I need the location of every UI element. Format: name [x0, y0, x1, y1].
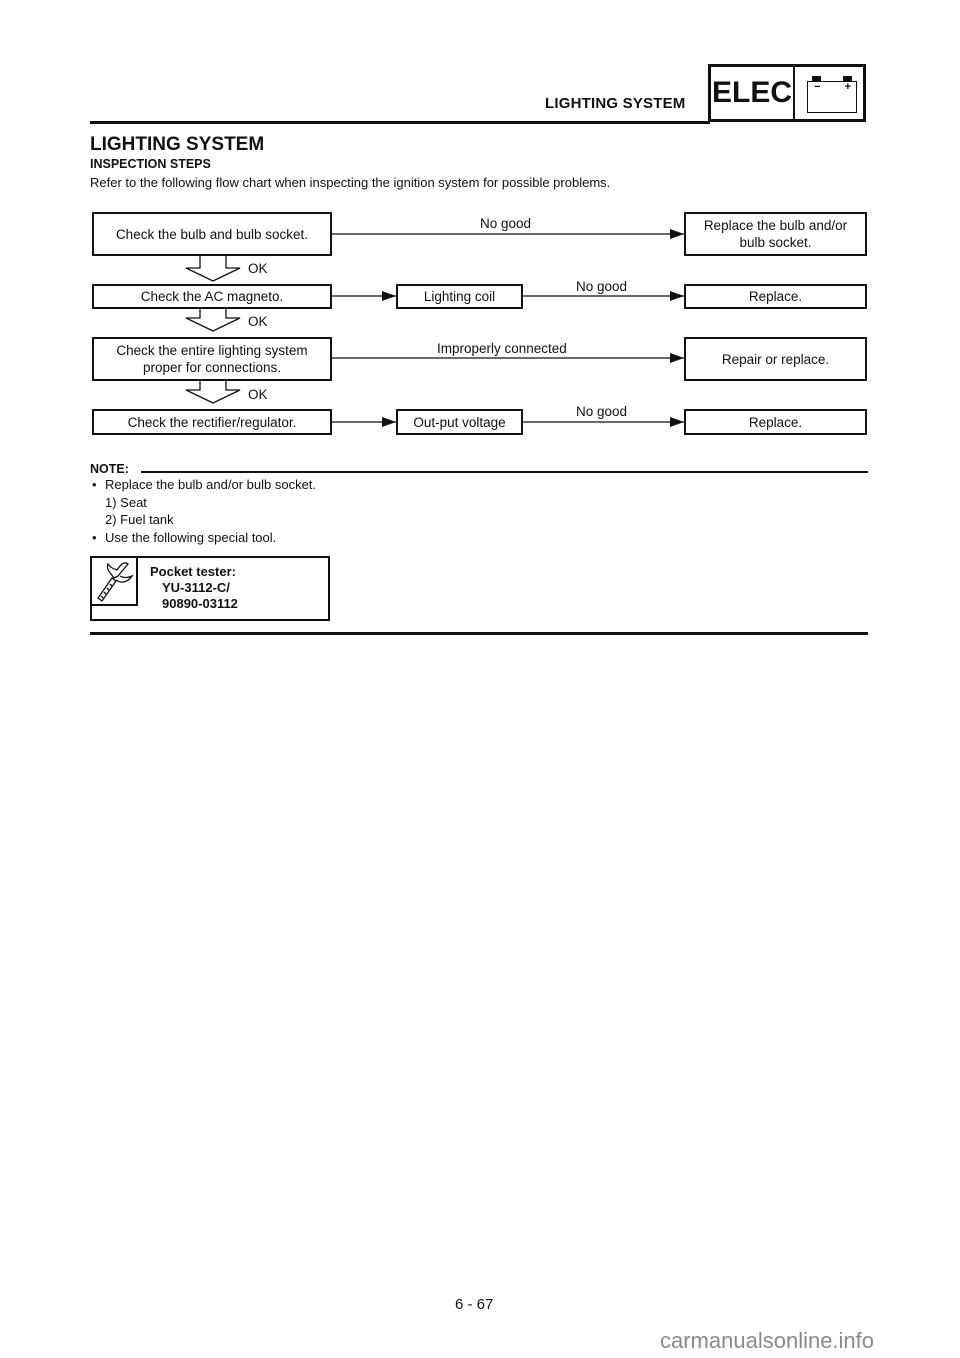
note-item-1: Replace the bulb and/or bulb socket. [105, 477, 317, 492]
step2-result-box: Replace. [684, 284, 867, 309]
step2-branch-label: No good [576, 279, 628, 294]
note-bullet: • [92, 530, 97, 545]
step1-result-box: Replace the bulb and/or bulb socket. [684, 212, 867, 256]
step1-branch-label: No good [480, 216, 532, 231]
step4-result-box: Replace. [684, 409, 867, 435]
section-end-rule [90, 632, 868, 635]
tool-part-number-2: 90890-03112 [162, 596, 238, 611]
note-item-2: 1) Seat [105, 495, 147, 510]
wrench-tool-icon [90, 556, 138, 606]
step3-branch-label: Improperly connected [437, 341, 567, 356]
watermark: carmanualsonline.info [660, 1328, 875, 1353]
special-tool-box: Pocket tester: YU-3112-C/ 90890-03112 [90, 556, 330, 621]
step4-branch-label: No good [576, 404, 628, 419]
step4-intermediate-box: Out-put voltage [396, 409, 523, 435]
ok-label-3: OK [248, 387, 268, 402]
ok-arrow-2 [185, 309, 241, 332]
note-item-4: Use the following special tool. [105, 530, 277, 545]
note-bullet: • [92, 477, 97, 492]
ok-arrow-1 [185, 256, 241, 282]
note-label: NOTE: [90, 462, 129, 476]
note-rule [141, 471, 868, 473]
step3-result-box: Repair or replace. [684, 337, 867, 381]
step2-intermediate-box: Lighting coil [396, 284, 523, 309]
step3-check-box: Check the entire lighting system proper … [92, 337, 332, 381]
page-number: 6 - 67 [455, 1296, 494, 1313]
step1-check-box: Check the bulb and bulb socket. [92, 212, 332, 256]
ok-label-1: OK [248, 261, 268, 276]
tool-part-number-1: YU-3112-C/ [162, 580, 230, 595]
tool-name: Pocket tester: [150, 564, 236, 579]
ok-arrow-3 [185, 381, 241, 404]
step2-check-box: Check the AC magneto. [92, 284, 332, 309]
step4-check-box: Check the rectifier/regulator. [92, 409, 332, 435]
note-item-3: 2) Fuel tank [105, 512, 174, 527]
ok-label-2: OK [248, 314, 268, 329]
